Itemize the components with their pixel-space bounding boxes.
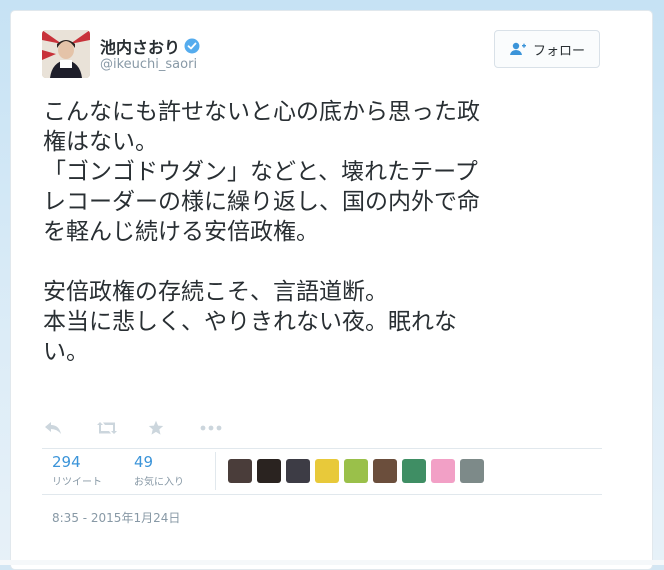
retweet-button[interactable] (96, 418, 148, 438)
more-icon (200, 425, 222, 431)
stats-separator (215, 452, 216, 490)
favoriter-avatar[interactable] (257, 459, 281, 483)
tweet-line: 本当に悲しく、やりきれない夜。眠れな (43, 309, 457, 335)
favorite-button[interactable] (148, 418, 200, 438)
favoriter-avatar[interactable] (286, 459, 310, 483)
tweet-line: 権はない。 (43, 129, 158, 155)
favorites-label: お気に入り (134, 477, 184, 488)
tweet-line: 安倍政権の存続こそ、言語道断。 (43, 279, 388, 305)
tweet-line: い。 (43, 339, 89, 365)
name-row: 池内さおり (100, 34, 200, 58)
profile-photo-icon (42, 30, 90, 78)
retweets-label: リツイート (52, 477, 102, 488)
divider (42, 494, 602, 495)
reply-button[interactable] (44, 418, 96, 438)
reply-icon (45, 422, 61, 434)
verified-badge-icon (184, 38, 200, 54)
add-user-icon (509, 42, 526, 55)
user-handle[interactable]: @ikeuchi_saori (100, 57, 197, 72)
tweet-header: 池内さおり @ikeuchi_saori フォロー (42, 30, 602, 90)
favoriter-avatar[interactable] (373, 459, 397, 483)
display-name[interactable]: 池内さおり (100, 34, 180, 58)
more-button[interactable] (200, 418, 252, 438)
favoriter-avatar[interactable] (431, 459, 455, 483)
tweet-timestamp[interactable]: 8:35 - 2015年1月24日 (52, 509, 180, 526)
favoriter-avatar[interactable] (344, 459, 368, 483)
retweet-icon (97, 422, 117, 434)
tweet-line: こんなにも許せないと心の底から思った政 (43, 99, 480, 125)
tweet-actions (44, 418, 252, 438)
favoriter-avatar[interactable] (460, 459, 484, 483)
card-footer (0, 560, 664, 565)
avatar[interactable] (42, 30, 90, 78)
follow-label: フォロー (532, 43, 585, 59)
follow-button[interactable]: フォロー (494, 30, 600, 68)
favorites-stat[interactable]: 49 お気に入り (134, 453, 184, 488)
favoriter-avatar[interactable] (315, 459, 339, 483)
favoriter-avatars (228, 459, 489, 483)
retweets-stat[interactable]: 294 リツイート (52, 453, 102, 488)
tweet-text: こんなにも許せないと心の底から思った政 権はない。 「ゴンゴドウダン」などと、壊… (43, 97, 603, 367)
favoriter-avatar[interactable] (228, 459, 252, 483)
favorite-icon (148, 420, 164, 435)
retweets-count: 294 (52, 453, 81, 471)
favorites-count: 49 (134, 453, 154, 471)
tweet-line: を軽んじ続ける安倍政権。 (43, 219, 319, 245)
divider (42, 448, 602, 449)
tweet-line: 「ゴンゴドウダン」などと、壊れたテープ (43, 159, 478, 185)
favoriter-avatar[interactable] (402, 459, 426, 483)
tweet-line: レコーダーの様に繰り返し、国の内外で命 (43, 189, 480, 215)
